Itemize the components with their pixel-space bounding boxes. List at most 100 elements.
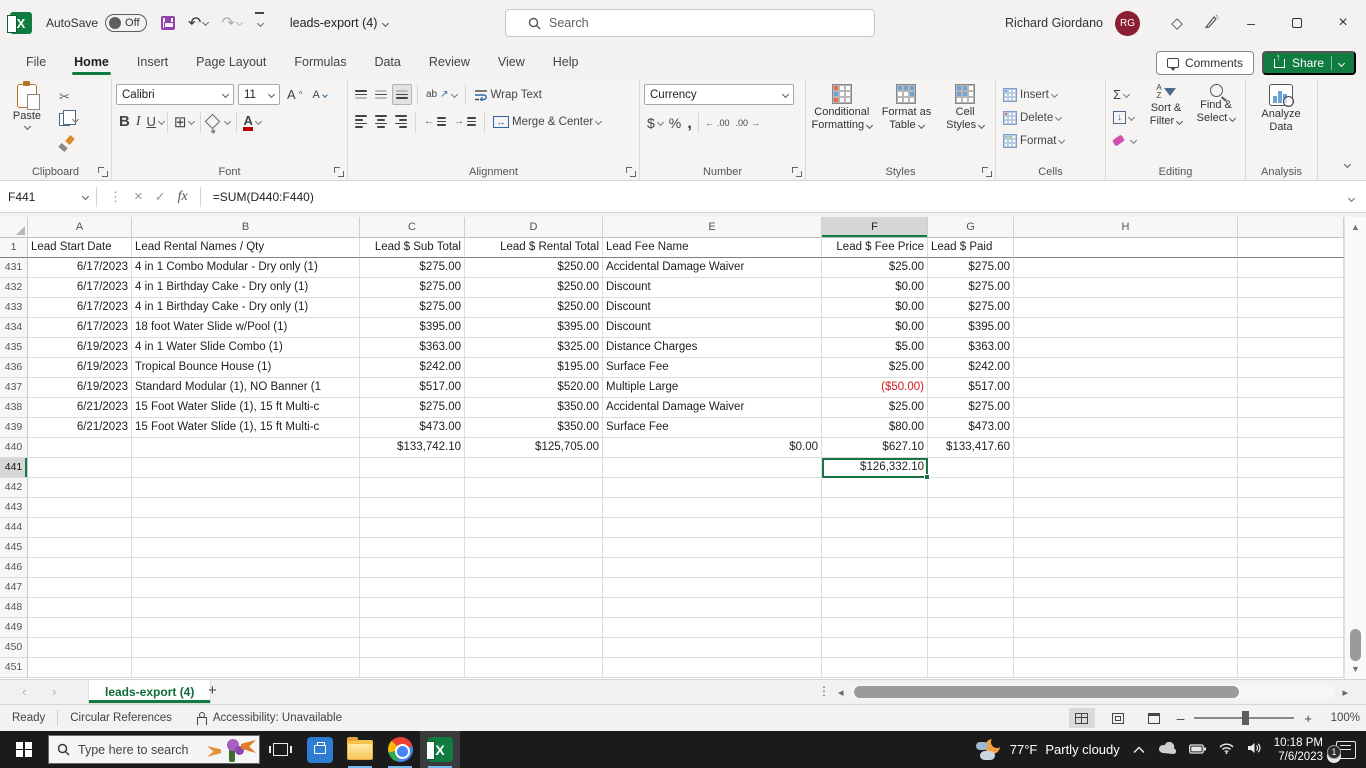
- cell-F437[interactable]: ($50.00): [822, 378, 928, 398]
- cell-C445[interactable]: [360, 538, 465, 558]
- cell-E448[interactable]: [603, 598, 822, 618]
- cell-G448[interactable]: [928, 598, 1014, 618]
- copy-button[interactable]: [56, 109, 81, 130]
- cell-E435[interactable]: Distance Charges: [603, 338, 822, 358]
- taskbar-search-box[interactable]: Type here to search: [48, 735, 260, 764]
- cell-C450[interactable]: [360, 638, 465, 658]
- cell-G451[interactable]: [928, 658, 1014, 678]
- cell-E433[interactable]: Discount: [603, 298, 822, 318]
- cell-D440[interactable]: $125,705.00: [465, 438, 603, 458]
- cell-A434[interactable]: 6/17/2023: [28, 318, 132, 338]
- clock[interactable]: 10:18 PM 7/6/2023: [1274, 736, 1323, 764]
- cell-C447[interactable]: [360, 578, 465, 598]
- cell-H432[interactable]: [1014, 278, 1238, 298]
- clear-button[interactable]: [1110, 130, 1139, 151]
- ribbon-tab-formulas[interactable]: Formulas: [282, 48, 358, 77]
- cell-A433[interactable]: 6/17/2023: [28, 298, 132, 318]
- horizontal-scrollbar[interactable]: ◂ ▸: [838, 683, 1348, 701]
- ribbon-tab-data[interactable]: Data: [362, 48, 412, 77]
- normal-view-button[interactable]: [1069, 708, 1095, 728]
- cell-F441[interactable]: $126,332.10: [822, 458, 928, 478]
- cell-B435[interactable]: 4 in 1 Water Slide Combo (1): [132, 338, 360, 358]
- search-box[interactable]: Search: [505, 9, 875, 37]
- cell-E445[interactable]: [603, 538, 822, 558]
- cell-B447[interactable]: [132, 578, 360, 598]
- onedrive-cloud-icon[interactable]: [1158, 742, 1176, 757]
- align-left-button[interactable]: [352, 111, 370, 132]
- cell-C438[interactable]: $275.00: [360, 398, 465, 418]
- fill-color-button[interactable]: [204, 111, 233, 132]
- shrink-font-button[interactable]: A: [309, 84, 329, 105]
- weather-widget[interactable]: 77°F Partly cloudy: [976, 738, 1120, 762]
- cell-A445[interactable]: [28, 538, 132, 558]
- start-button[interactable]: [0, 731, 48, 768]
- cell-E446[interactable]: [603, 558, 822, 578]
- italic-button[interactable]: I: [133, 111, 144, 132]
- row-header-446[interactable]: 446: [0, 558, 28, 578]
- cell-G441[interactable]: [928, 458, 1014, 478]
- cell-F431[interactable]: $25.00: [822, 258, 928, 278]
- cell-B449[interactable]: [132, 618, 360, 638]
- fill-button[interactable]: ↓: [1110, 107, 1139, 128]
- comma-style-button[interactable]: ,: [684, 112, 695, 133]
- cell-H439[interactable]: [1014, 418, 1238, 438]
- cell-H446[interactable]: [1014, 558, 1238, 578]
- format-cells-button[interactable]: Format: [1000, 130, 1101, 151]
- cell-G450[interactable]: [928, 638, 1014, 658]
- cell-H438[interactable]: [1014, 398, 1238, 418]
- cell-F432[interactable]: $0.00: [822, 278, 928, 298]
- undo-button[interactable]: ↶: [188, 13, 208, 33]
- increase-decimal-button[interactable]: ←.00: [702, 112, 733, 133]
- cell-E441[interactable]: [603, 458, 822, 478]
- cell-B441[interactable]: [132, 458, 360, 478]
- speaker-icon[interactable]: [1247, 742, 1261, 757]
- borders-button[interactable]: ⊞: [171, 111, 198, 132]
- cell-D442[interactable]: [465, 478, 603, 498]
- cell-E434[interactable]: Discount: [603, 318, 822, 338]
- cell-B444[interactable]: [132, 518, 360, 538]
- restore-button[interactable]: [1274, 0, 1320, 46]
- cell-B436[interactable]: Tropical Bounce House (1): [132, 358, 360, 378]
- cell-H445[interactable]: [1014, 538, 1238, 558]
- row-header-445[interactable]: 445: [0, 538, 28, 558]
- cell-B431[interactable]: 4 in 1 Combo Modular - Dry only (1): [132, 258, 360, 278]
- cell-H434[interactable]: [1014, 318, 1238, 338]
- cell-C436[interactable]: $242.00: [360, 358, 465, 378]
- cell-H440[interactable]: [1014, 438, 1238, 458]
- styles-dialog-launcher[interactable]: [982, 167, 992, 177]
- cell-A444[interactable]: [28, 518, 132, 538]
- collapse-ribbon-button[interactable]: [1345, 154, 1350, 172]
- taskbar-app-button[interactable]: [300, 731, 340, 768]
- conditional-formatting-button[interactable]: Conditional Formatting: [810, 84, 874, 162]
- cell-B448[interactable]: [132, 598, 360, 618]
- cell-styles-button[interactable]: Cell Styles: [939, 84, 991, 162]
- cell-H450[interactable]: [1014, 638, 1238, 658]
- cell-D433[interactable]: $250.00: [465, 298, 603, 318]
- cell-E1[interactable]: Lead Fee Name: [603, 238, 822, 258]
- user-avatar[interactable]: RG: [1115, 11, 1140, 36]
- horizontal-scroll-thumb[interactable]: [854, 686, 1239, 698]
- cell-C448[interactable]: [360, 598, 465, 618]
- cell-C433[interactable]: $275.00: [360, 298, 465, 318]
- cell-B450[interactable]: [132, 638, 360, 658]
- percent-style-button[interactable]: %: [666, 112, 684, 133]
- cell-A438[interactable]: 6/21/2023: [28, 398, 132, 418]
- enter-button[interactable]: ✓: [155, 189, 166, 205]
- cell-H433[interactable]: [1014, 298, 1238, 318]
- cell-F438[interactable]: $25.00: [822, 398, 928, 418]
- row-header-444[interactable]: 444: [0, 518, 28, 538]
- page-layout-view-button[interactable]: [1105, 708, 1131, 728]
- cell-E447[interactable]: [603, 578, 822, 598]
- delete-cells-button[interactable]: Delete: [1000, 107, 1101, 128]
- next-sheet-button[interactable]: ›: [52, 684, 56, 699]
- cell-C435[interactable]: $363.00: [360, 338, 465, 358]
- cell-A451[interactable]: [28, 658, 132, 678]
- cell-G440[interactable]: $133,417.60: [928, 438, 1014, 458]
- decrease-indent-button[interactable]: ←: [421, 111, 449, 132]
- row-header-447[interactable]: 447: [0, 578, 28, 598]
- cell-E432[interactable]: Discount: [603, 278, 822, 298]
- cell-F443[interactable]: [822, 498, 928, 518]
- document-title[interactable]: leads-export (4): [290, 16, 389, 30]
- cell-B437[interactable]: Standard Modular (1), NO Banner (1: [132, 378, 360, 398]
- bold-button[interactable]: B: [116, 111, 133, 132]
